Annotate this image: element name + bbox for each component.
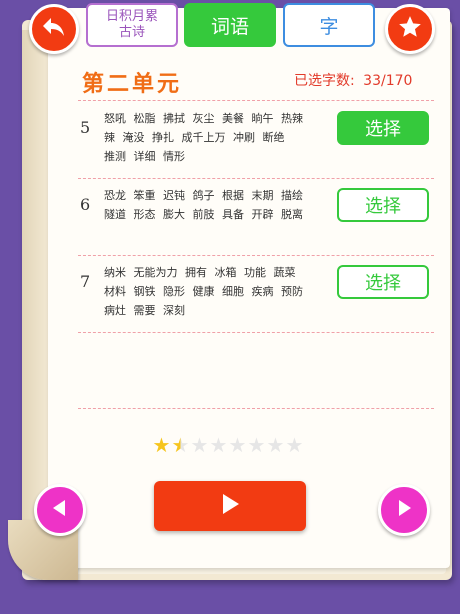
select-button-label: 选择 bbox=[365, 196, 401, 217]
divider bbox=[78, 332, 434, 333]
divider bbox=[78, 255, 434, 256]
lesson-word-list: 纳米 无能为力 拥有 冰箱 功能 蔬菜 材料 钢铁 隐形 健康 细胞 疾病 预防… bbox=[104, 263, 330, 320]
select-button-lesson-5[interactable]: 选择 bbox=[337, 111, 429, 145]
back-arrow-icon bbox=[41, 15, 67, 43]
tab-daily-poetry-line2: 古诗 bbox=[118, 25, 145, 40]
word-line: 辣 淹没 挣扎 成千上万 冲刷 断绝 bbox=[104, 131, 285, 144]
selected-count-value: 33/170 bbox=[363, 73, 413, 89]
star-icon: ★ bbox=[152, 433, 171, 457]
word-line: 纳米 无能为力 拥有 冰箱 功能 蔬菜 bbox=[104, 266, 296, 279]
play-button[interactable] bbox=[154, 481, 306, 531]
star-icon: ★ bbox=[285, 433, 304, 457]
word-line: 怒吼 松脂 拂拭 灰尘 美餐 晌午 热辣 bbox=[104, 112, 303, 125]
word-line: 病灶 需要 深刻 bbox=[104, 304, 185, 317]
back-button[interactable] bbox=[29, 4, 79, 54]
select-button-lesson-6[interactable]: 选择 bbox=[337, 188, 429, 222]
tab-words-label: 词语 bbox=[210, 15, 249, 38]
star-icon bbox=[397, 14, 423, 44]
lesson-number: 6 bbox=[80, 195, 91, 214]
tab-words[interactable]: 词语 bbox=[184, 3, 276, 47]
progress-stars: ★ ★ ★ ★ ★ ★ ★ ★ bbox=[152, 434, 304, 456]
star-icon: ★ bbox=[209, 433, 228, 457]
selected-count: 已选字数: 33/170 bbox=[294, 70, 412, 90]
word-line: 恐龙 笨重 迟钝 鸽子 根据 末期 描绘 bbox=[104, 189, 303, 202]
divider bbox=[78, 408, 434, 409]
tab-daily-poetry-line1: 日积月累 bbox=[105, 9, 158, 24]
unit-title: 第二单元 bbox=[82, 71, 183, 97]
star-icon: ★ bbox=[247, 433, 266, 457]
select-button-label: 选择 bbox=[365, 119, 401, 140]
next-button[interactable] bbox=[378, 484, 430, 536]
star-icon: ★ bbox=[228, 433, 247, 457]
previous-button[interactable] bbox=[34, 484, 86, 536]
word-line: 隧道 形态 膨大 前肢 具备 开辟 脱离 bbox=[104, 208, 303, 221]
star-icon: ★ bbox=[266, 433, 285, 457]
word-line: 推测 详细 情形 bbox=[104, 150, 185, 163]
favorite-button[interactable] bbox=[385, 4, 435, 54]
triangle-right-icon bbox=[393, 497, 415, 523]
lesson-number: 5 bbox=[80, 118, 91, 137]
tab-characters[interactable]: 字 bbox=[283, 3, 375, 47]
select-button-lesson-7[interactable]: 选择 bbox=[337, 265, 429, 299]
tab-characters-label: 字 bbox=[319, 15, 339, 38]
select-button-label: 选择 bbox=[365, 273, 401, 294]
selected-count-label: 已选字数: bbox=[294, 73, 355, 89]
lesson-word-list: 怒吼 松脂 拂拭 灰尘 美餐 晌午 热辣 辣 淹没 挣扎 成千上万 冲刷 断绝 … bbox=[104, 109, 330, 166]
book-spine bbox=[22, 30, 50, 530]
star-icon: ★ bbox=[171, 433, 190, 457]
divider bbox=[78, 100, 434, 101]
divider bbox=[78, 178, 434, 179]
triangle-left-icon bbox=[49, 497, 71, 523]
tab-daily-poetry[interactable]: 日积月累 古诗 bbox=[86, 3, 178, 47]
word-line: 材料 钢铁 隐形 健康 细胞 疾病 预防 bbox=[104, 285, 303, 298]
lesson-number: 7 bbox=[80, 272, 91, 291]
play-icon bbox=[219, 492, 241, 520]
lesson-word-list: 恐龙 笨重 迟钝 鸽子 根据 末期 描绘 隧道 形态 膨大 前肢 具备 开辟 脱… bbox=[104, 186, 330, 224]
star-icon: ★ bbox=[190, 433, 209, 457]
